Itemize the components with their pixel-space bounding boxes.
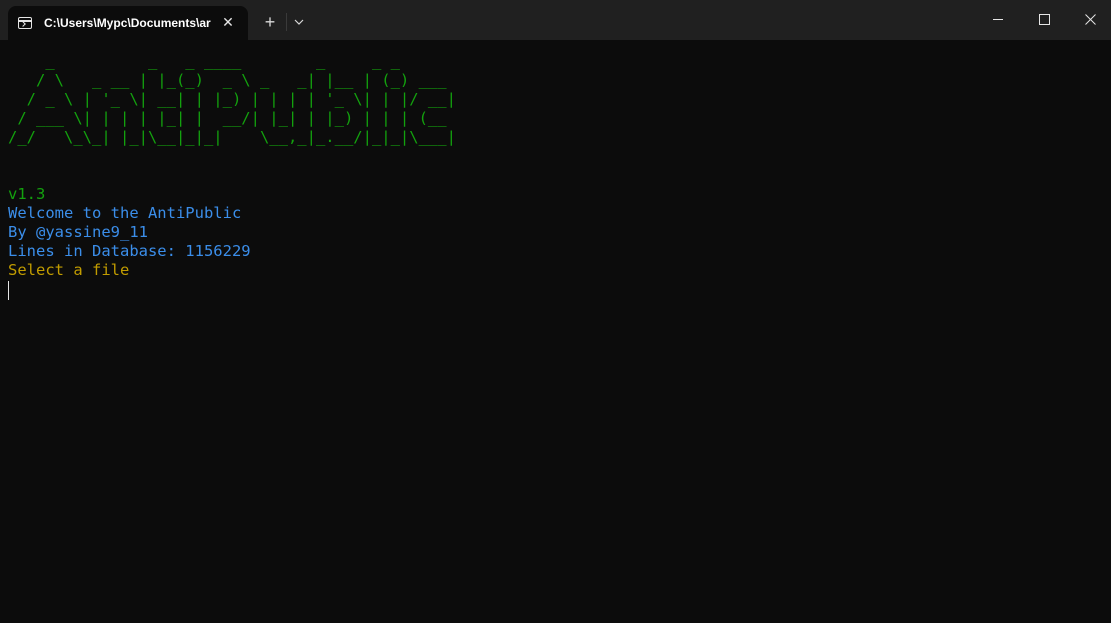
- terminal-window: C:\Users\Mypc\Documents\ar ✕ + _ _ _ ___…: [0, 0, 1111, 623]
- chevron-down-icon: [294, 19, 304, 25]
- close-icon: [1084, 13, 1096, 25]
- terminal-icon: [18, 17, 32, 29]
- terminal-output[interactable]: _ _ _ ____ _ _ _ / \ _ __ | |_(_) _ \ _ …: [8, 52, 1111, 300]
- author-text: By @yassine9_11: [8, 223, 148, 241]
- minimize-button[interactable]: [975, 0, 1021, 38]
- close-button[interactable]: [1067, 0, 1111, 38]
- version-text: v1.3: [8, 185, 46, 203]
- db-lines-text: Lines in Database: 1156229: [8, 242, 251, 260]
- welcome-text: Welcome to the AntiPublic: [8, 204, 242, 222]
- tab-terminal[interactable]: C:\Users\Mypc\Documents\ar ✕: [8, 6, 248, 40]
- text-cursor[interactable]: [8, 281, 9, 300]
- ascii-banner-line: / ___ \| | | | |_| | __/| |_| | |_) | | …: [8, 109, 447, 127]
- ascii-banner-line: / \ _ __ | |_(_) _ \ _ _| |__ | (_) ___: [8, 71, 447, 89]
- ascii-banner-line: / _ \ | '_ \| __| | |_) | | | | '_ \| | …: [8, 90, 456, 108]
- tab-title: C:\Users\Mypc\Documents\ar: [44, 16, 211, 30]
- maximize-icon: [1038, 13, 1050, 25]
- maximize-button[interactable]: [1021, 0, 1067, 38]
- dropdown-button[interactable]: [290, 10, 308, 34]
- title-bar[interactable]: C:\Users\Mypc\Documents\ar ✕ +: [0, 0, 1111, 40]
- new-tab-button[interactable]: +: [258, 10, 282, 34]
- prompt-text: Select a file: [8, 261, 130, 279]
- ascii-banner-line: _ _ _ ____ _ _ _: [8, 52, 400, 70]
- ascii-banner-line: /_/ \_\_| |_|\__|_|_| \__,_|_.__/|_|_|\_…: [8, 128, 456, 146]
- minimize-icon: [993, 18, 1003, 20]
- tab-close-button[interactable]: ✕: [218, 15, 238, 31]
- tab-separator: [286, 13, 287, 31]
